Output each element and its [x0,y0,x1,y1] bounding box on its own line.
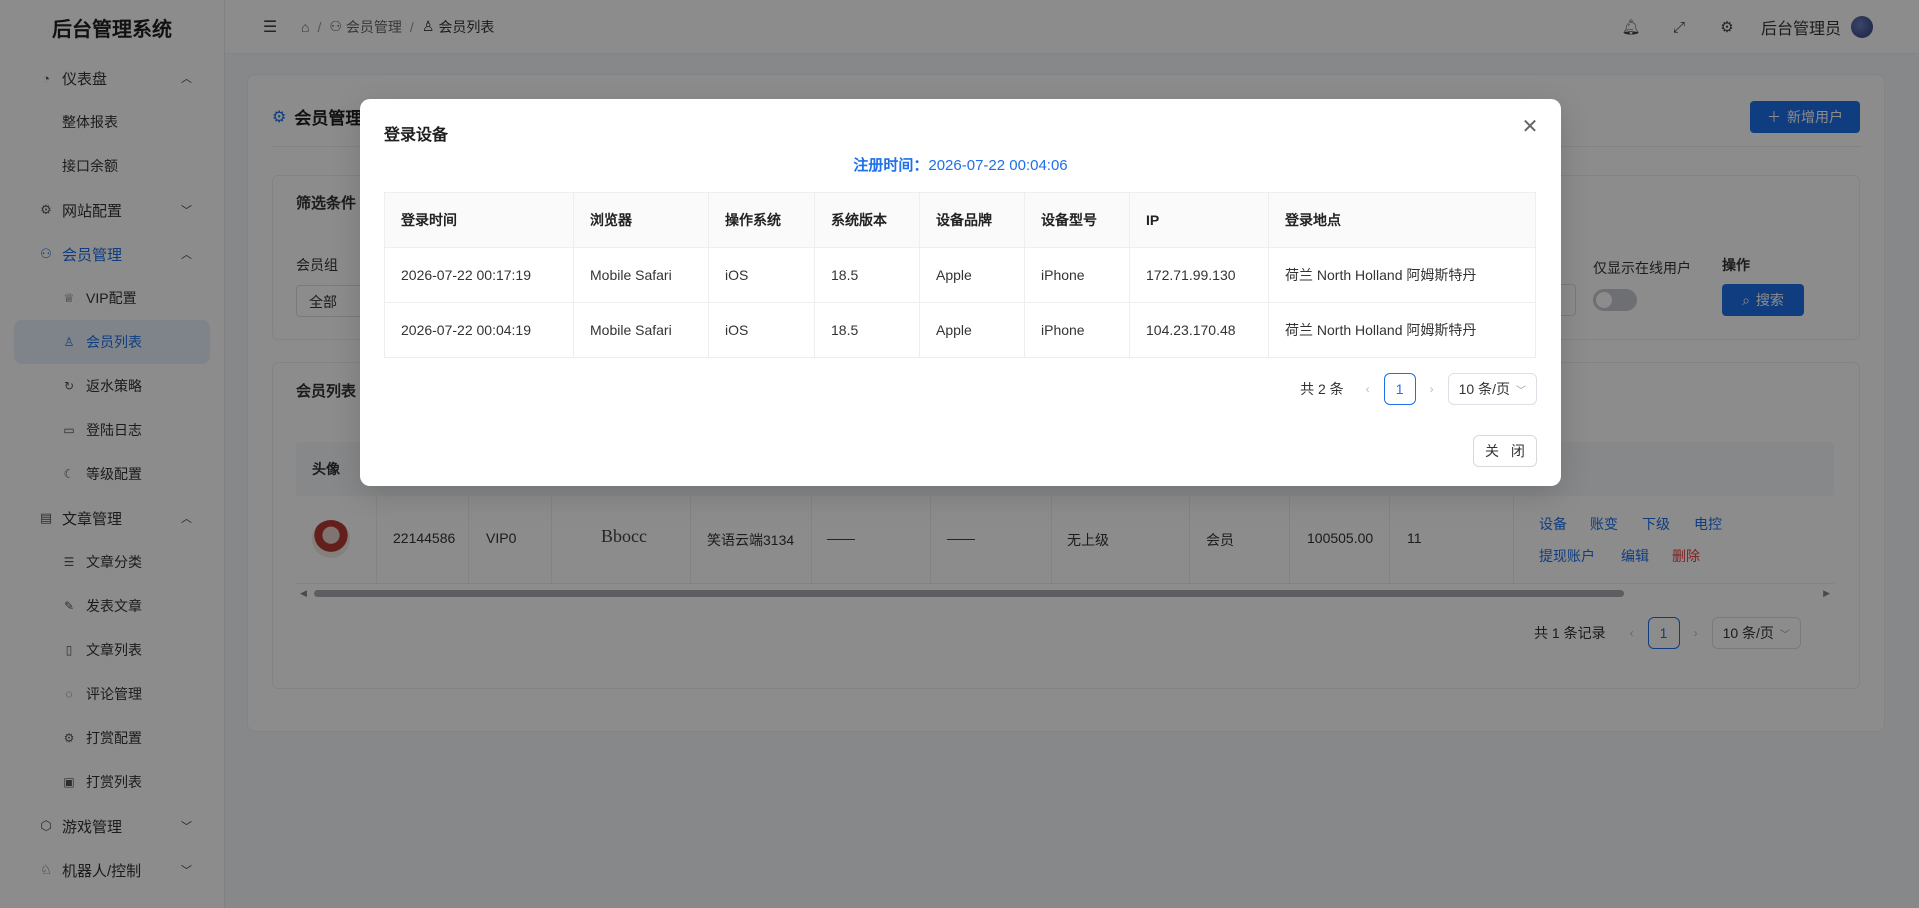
next-page-icon[interactable]: › [1416,382,1448,396]
column-header: IP [1129,192,1269,248]
cell-ip: 172.71.99.130 [1129,247,1269,303]
page-number[interactable]: 1 [1383,373,1416,405]
login-device-dialog: 登录设备 ✕ 注册时间：2026-07-22 00:04:06 登录时间 浏览器… [360,99,1561,486]
table-header-row: 登录时间 浏览器 操作系统 系统版本 设备品牌 设备型号 IP 登录地点 [384,192,1536,248]
cell-login-time: 2026-07-22 00:04:19 [384,302,574,358]
table-row: 2026-07-22 00:17:19 Mobile Safari iOS 18… [384,247,1536,303]
page-size-select[interactable]: 10 条/页 ﹀ [1447,373,1537,405]
cell-os-version: 18.5 [814,302,920,358]
cell-location: 荷兰 North Holland 阿姆斯特丹 [1268,302,1536,358]
cell-model: iPhone [1024,302,1130,358]
close-button[interactable]: 关 闭 [1473,435,1537,467]
pagination-total: 共 2 条 [1300,381,1344,397]
cell-browser: Mobile Safari [573,302,709,358]
column-header: 浏览器 [573,192,709,248]
dialog-title: 登录设备 [384,127,449,144]
prev-page-icon[interactable]: ‹ [1352,382,1384,396]
cell-ip: 104.23.170.48 [1129,302,1269,358]
cell-location: 荷兰 North Holland 阿姆斯特丹 [1268,247,1536,303]
cell-login-time: 2026-07-22 00:17:19 [384,247,574,303]
registration-time-value: 2026-07-22 00:04:06 [928,157,1068,174]
cell-os-version: 18.5 [814,247,920,303]
column-header: 系统版本 [814,192,920,248]
close-icon[interactable]: ✕ [1519,115,1541,138]
column-header: 登录地点 [1268,192,1536,248]
cell-brand: Apple [919,302,1025,358]
dialog-pagination: 共 2 条 ‹ 1 › 10 条/页 ﹀ [1300,373,1537,405]
cell-os: iOS [708,302,815,358]
cell-brand: Apple [919,247,1025,303]
table-row: 2026-07-22 00:04:19 Mobile Safari iOS 18… [384,302,1536,358]
column-header: 登录时间 [384,192,574,248]
column-header: 设备品牌 [919,192,1025,248]
cell-os: iOS [708,247,815,303]
registration-time-label: 注册时间： [853,157,929,174]
cell-model: iPhone [1024,247,1130,303]
column-header: 设备型号 [1024,192,1130,248]
cell-browser: Mobile Safari [573,247,709,303]
chevron-down-icon: ﹀ [1516,385,1526,397]
page-size-label: 10 条/页 [1458,381,1510,397]
column-header: 操作系统 [708,192,815,248]
login-device-table: 登录时间 浏览器 操作系统 系统版本 设备品牌 设备型号 IP 登录地点 202… [384,192,1536,358]
registration-time: 注册时间：2026-07-22 00:04:06 [360,154,1561,175]
